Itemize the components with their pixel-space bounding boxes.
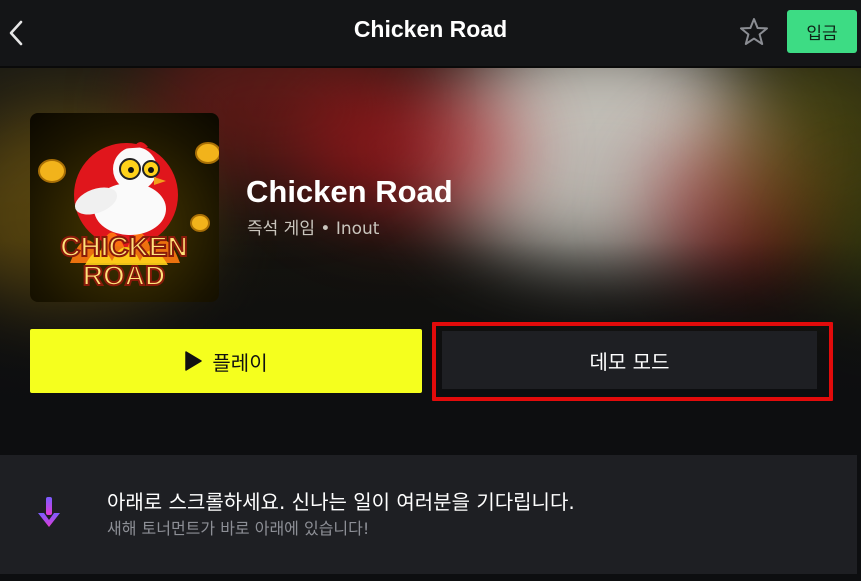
game-title: Chicken Road xyxy=(246,174,453,209)
star-outline-icon xyxy=(740,18,768,45)
svg-text:CHICKEN: CHICKEN xyxy=(60,231,188,262)
game-provider: Inout xyxy=(335,219,380,239)
deposit-button[interactable]: 입금 xyxy=(787,10,857,53)
play-button[interactable]: 플레이 xyxy=(30,329,422,393)
arrow-down-icon xyxy=(38,497,60,527)
game-thumbnail: CHICKEN ROAD xyxy=(30,113,219,302)
play-icon xyxy=(185,351,203,371)
demo-mode-button[interactable]: 데모 모드 xyxy=(442,331,817,389)
svg-text:ROAD: ROAD xyxy=(83,260,165,291)
chicken-road-logo-icon: CHICKEN ROAD xyxy=(38,142,219,292)
favorite-button[interactable] xyxy=(738,16,770,48)
game-category: 즉석 게임 xyxy=(247,219,315,239)
notice-title: 아래로 스크롤하세요. 신나는 일이 여러분을 기다립니다. xyxy=(107,490,575,514)
meta-separator: • xyxy=(320,219,331,239)
scroll-notice-banner: 아래로 스크롤하세요. 신나는 일이 여러분을 기다립니다. 새해 토너먼트가 … xyxy=(0,455,857,574)
game-meta: 즉석 게임 • Inout xyxy=(247,214,379,239)
page-title: Chicken Road xyxy=(353,16,508,42)
notice-subtitle: 새해 토너먼트가 바로 아래에 있습니다! xyxy=(107,519,370,538)
game-hero: CHICKEN ROAD Chicken Road 즉석 게임 • Inout … xyxy=(0,68,861,453)
play-button-label: 플레이 xyxy=(212,350,268,375)
top-app-bar: Chicken Road 입금 xyxy=(0,0,861,68)
